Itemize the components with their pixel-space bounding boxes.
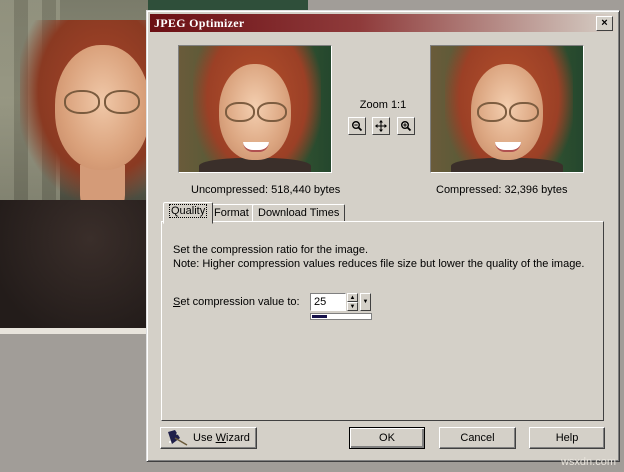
zoom-out-icon <box>352 121 363 132</box>
close-button[interactable]: × <box>596 16 613 31</box>
triangle-down-icon: ▼ <box>349 304 356 310</box>
spin-up-button[interactable]: ▲ <box>347 293 358 302</box>
jpeg-optimizer-dialog: JPEG Optimizer × Zoom 1:1 Uncompressed: … <box>146 10 620 462</box>
compressed-size-label: Compressed: 32,396 bytes <box>436 184 568 196</box>
compression-slider-fill <box>312 315 327 318</box>
zoom-out-button[interactable] <box>348 117 366 135</box>
tab-format[interactable]: Format <box>208 204 255 222</box>
photo-frame-edge <box>0 328 148 334</box>
compressed-preview[interactable] <box>430 45 584 173</box>
cancel-button[interactable]: Cancel <box>439 427 516 449</box>
wizard-label-mnemonic: W <box>215 432 227 444</box>
description-line-1: Set the compression ratio for the image. <box>173 244 369 256</box>
wizard-label-rest: izard <box>226 432 250 444</box>
tab-download-times[interactable]: Download Times <box>252 204 346 222</box>
use-wizard-button[interactable]: Use Wizard <box>160 427 257 449</box>
background-photo <box>0 0 150 330</box>
slider-dropdown-button[interactable]: ▼ <box>360 293 371 311</box>
background-glasses <box>62 90 142 114</box>
ok-button[interactable]: OK <box>349 427 425 449</box>
triangle-down-icon: ▼ <box>362 299 369 305</box>
preview-shirt <box>199 158 311 172</box>
tab-quality[interactable]: Quality <box>163 202 214 224</box>
title-bar[interactable]: JPEG Optimizer × <box>150 14 616 32</box>
background-strip <box>148 0 308 10</box>
spin-down-button[interactable]: ▼ <box>347 302 358 311</box>
compression-value-input[interactable] <box>310 293 346 311</box>
pan-icon <box>375 120 387 132</box>
compression-value-label: Set compression value to: <box>173 296 300 308</box>
description-line-2: Note: Higher compression values reduces … <box>173 258 585 270</box>
preview-shirt <box>451 158 563 172</box>
quality-tab-panel: Set the compression ratio for the image.… <box>161 221 604 421</box>
watermark: wsxdn.com <box>560 456 616 468</box>
wizard-label-prefix: Use <box>193 432 216 444</box>
pan-button[interactable] <box>372 117 390 135</box>
help-button[interactable]: Help <box>529 427 605 449</box>
tab-quality-label: Quality <box>169 204 208 218</box>
zoom-in-button[interactable] <box>397 117 415 135</box>
uncompressed-size-label: Uncompressed: 518,440 bytes <box>191 184 341 196</box>
compression-label-text: et compression value to: <box>180 296 300 308</box>
dialog-title: JPEG Optimizer <box>154 16 245 30</box>
zoom-in-icon <box>401 121 412 132</box>
wizard-icon <box>168 430 188 446</box>
zoom-label: Zoom 1:1 <box>359 99 407 111</box>
compression-slider[interactable] <box>310 313 372 320</box>
background-shirt <box>0 200 148 330</box>
triangle-up-icon: ▲ <box>349 295 356 301</box>
compression-spinner: ▲ ▼ ▼ <box>310 293 372 313</box>
uncompressed-preview[interactable] <box>178 45 332 173</box>
